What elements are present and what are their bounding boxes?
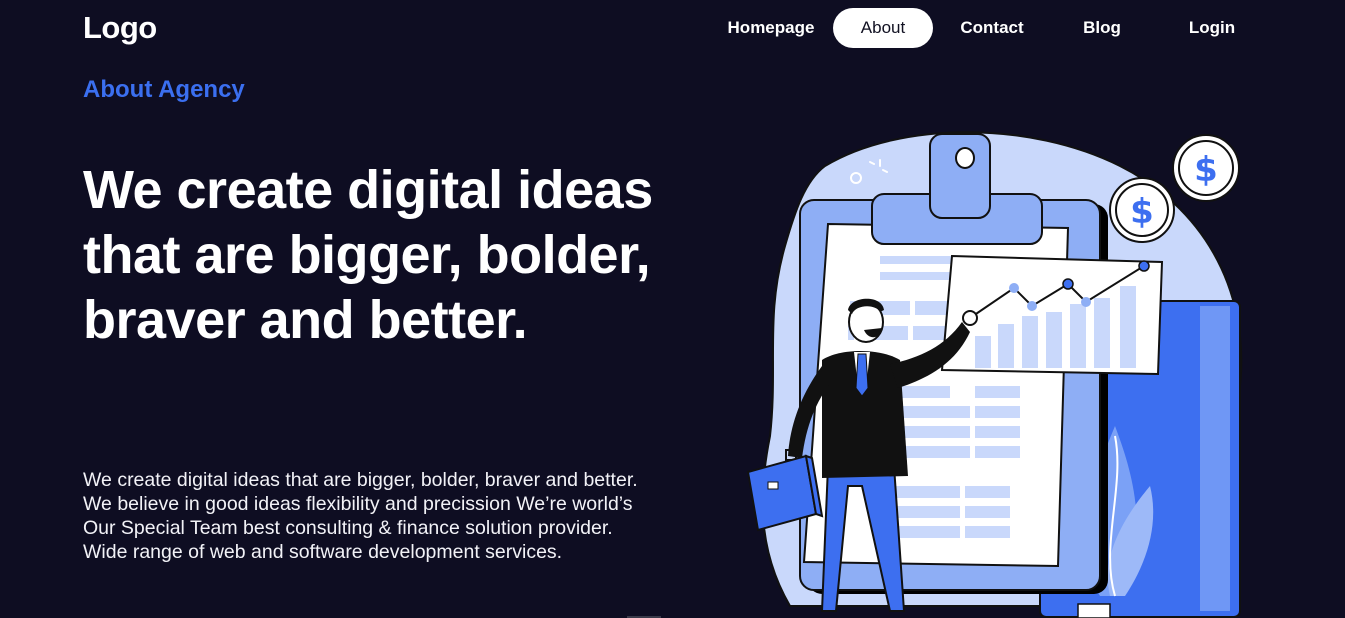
nav-homepage[interactable]: Homepage: [707, 8, 835, 48]
nav-about[interactable]: About: [833, 8, 933, 48]
hero-description: We create digital ideas that are bigger,…: [83, 469, 638, 563]
hero-headline: We create digital ideas that are bigger,…: [83, 160, 653, 350]
logo[interactable]: Logo: [83, 10, 157, 46]
hero-illustration: $ $: [746, 131, 1243, 618]
dollar-coin-icon: $: [1109, 177, 1175, 243]
section-eyebrow: About Agency: [83, 76, 245, 103]
nav-contact[interactable]: Contact: [943, 8, 1041, 48]
dollar-coin-icon: $: [1172, 134, 1240, 202]
svg-text:$: $: [1130, 192, 1154, 232]
svg-text:$: $: [1194, 150, 1218, 190]
nav-login[interactable]: Login: [1173, 8, 1251, 48]
nav-blog[interactable]: Blog: [1061, 8, 1143, 48]
